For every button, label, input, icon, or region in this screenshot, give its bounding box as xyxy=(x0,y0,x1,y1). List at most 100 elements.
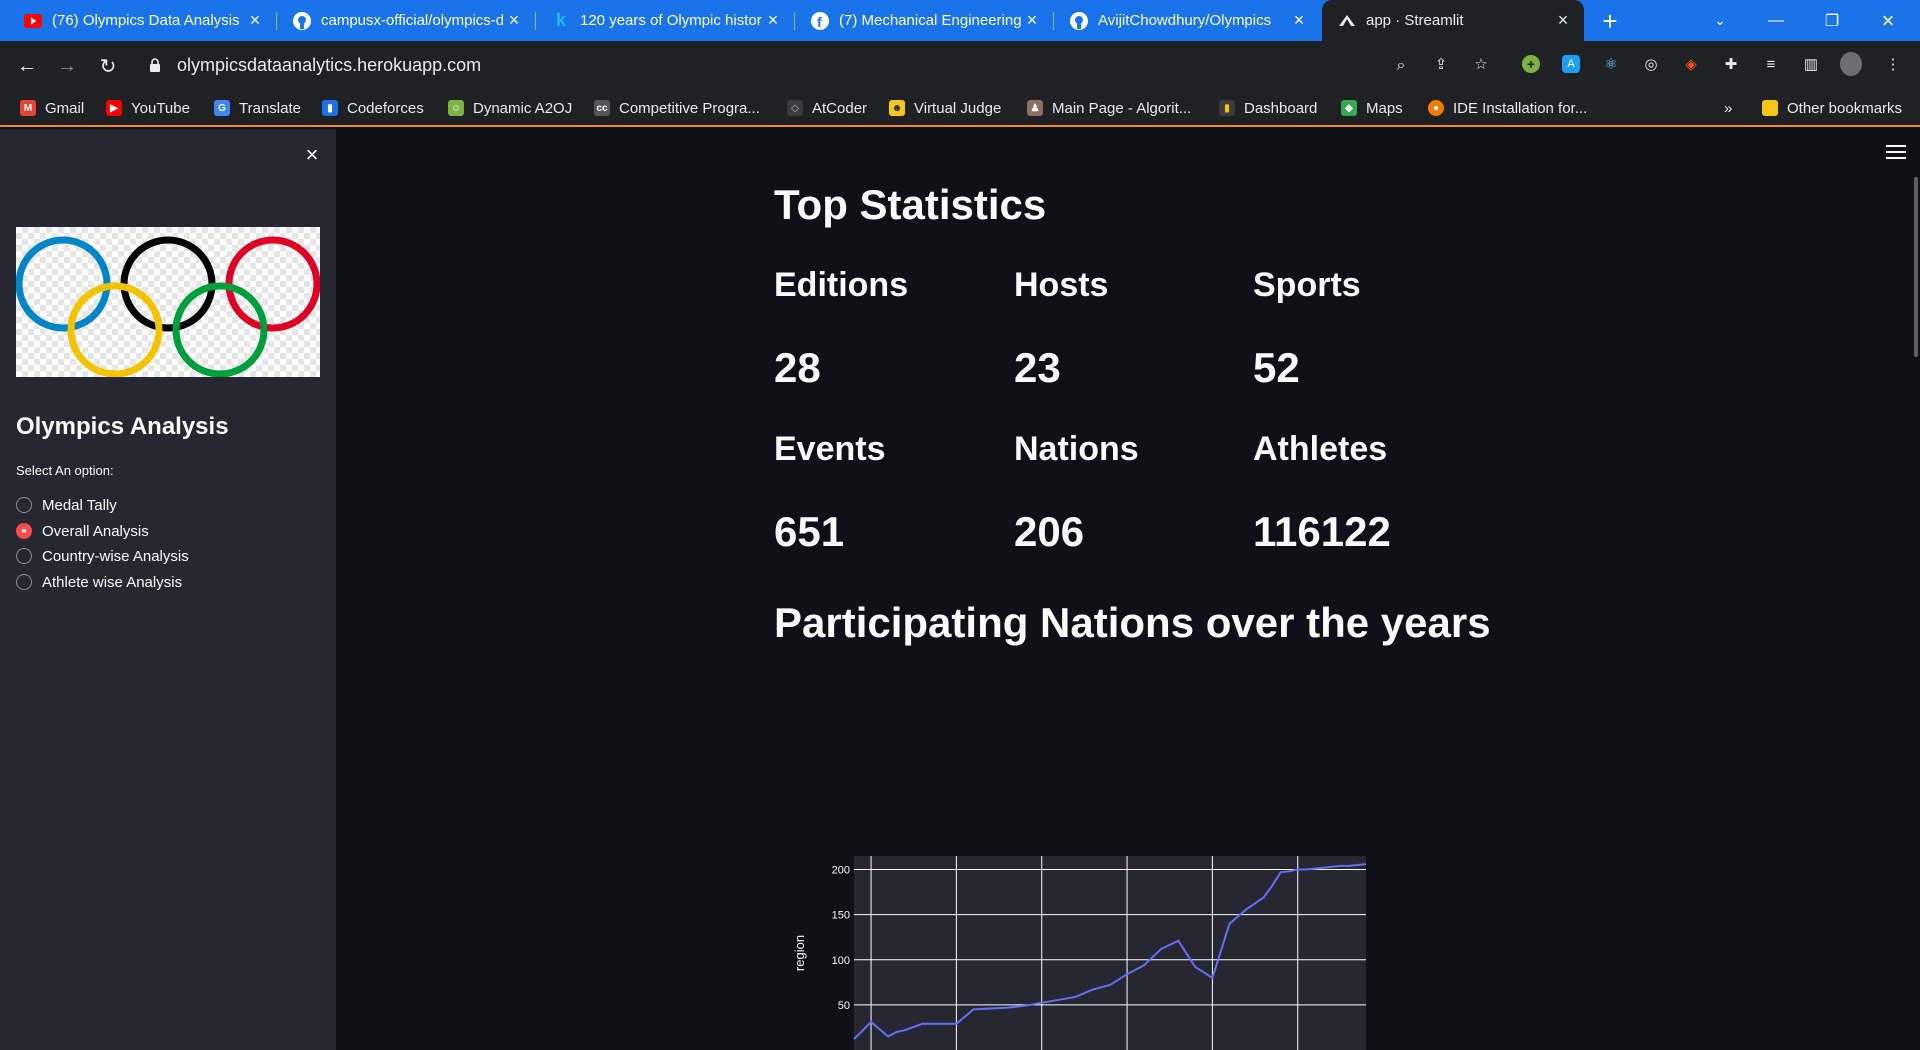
tab-title: campusx-official/olympics-d xyxy=(321,12,504,29)
virtual-judge-icon: ☻ xyxy=(889,100,905,116)
media-queue-icon[interactable]: ≡ xyxy=(1760,53,1782,75)
bookmark-competitive-programming[interactable]: cc Competitive Progra... xyxy=(594,98,760,118)
y-tick-label: 100 xyxy=(832,955,850,967)
browser-menu-icon[interactable]: ⋮ xyxy=(1882,53,1904,75)
bookmark-label: Main Page - Algorit... xyxy=(1052,99,1192,117)
stat-label-nations: Nations xyxy=(1014,430,1139,468)
forward-arrow-icon[interactable]: → xyxy=(52,51,82,81)
github-icon xyxy=(293,11,311,30)
radio-country-wise-analysis[interactable]: Country-wise Analysis xyxy=(16,545,189,567)
radio-button-selected[interactable] xyxy=(16,523,32,539)
line-chart-svg[interactable]: 50100150200190019201940196019802000regio… xyxy=(774,704,1414,1050)
y-axis-label: region xyxy=(792,935,807,971)
algorithms-icon: ♟ xyxy=(1027,100,1043,116)
tab-search-icon[interactable]: ⌄ xyxy=(1692,0,1748,41)
profile-avatar[interactable] xyxy=(1840,52,1862,76)
url-text: olympicsdataanalytics.herokuapp.com xyxy=(177,55,482,75)
extension-tag-icon[interactable]: ◈ xyxy=(1680,53,1702,75)
radio-athlete-wise-analysis[interactable]: Athlete wise Analysis xyxy=(16,571,182,593)
radio-button[interactable] xyxy=(16,574,32,590)
bookmark-label: Codeforces xyxy=(347,99,424,117)
bookmark-youtube[interactable]: ▶ YouTube xyxy=(106,98,190,118)
bookmark-gmail[interactable]: M Gmail xyxy=(20,98,84,118)
stat-value-events: 651 xyxy=(774,508,845,555)
bookmark-label: YouTube xyxy=(131,99,190,117)
bookmark-maps[interactable]: ◆ Maps xyxy=(1341,98,1403,118)
share-icon[interactable]: ⇪ xyxy=(1430,53,1452,75)
browser-tab-3[interactable]: k 120 years of Olympic histor × xyxy=(536,0,794,41)
radio-overall-analysis[interactable]: Overall Analysis xyxy=(16,520,149,542)
radio-label: Medal Tally xyxy=(42,496,117,514)
extension-target-icon[interactable]: ◎ xyxy=(1640,53,1662,75)
stat-value-sports: 52 xyxy=(1253,344,1300,391)
participating-nations-chart[interactable]: 50100150200190019201940196019802000regio… xyxy=(774,704,1414,1050)
browser-tab-5[interactable]: AvijitChowdhury/Olympics × xyxy=(1054,0,1320,41)
close-tab-icon[interactable]: × xyxy=(1288,10,1310,32)
bookmark-label: AtCoder xyxy=(812,99,868,117)
tab-title: 120 years of Olympic histor xyxy=(580,12,762,29)
radio-button[interactable] xyxy=(16,548,32,564)
bookmark-label: Dashboard xyxy=(1244,99,1318,117)
close-tab-icon[interactable]: × xyxy=(1552,10,1574,32)
bookmark-atcoder[interactable]: ◇ AtCoder xyxy=(787,98,867,118)
bookmark-algorithms[interactable]: ♟ Main Page - Algorit... xyxy=(1027,98,1191,118)
browser-tab-4[interactable]: f (7) Mechanical Engineering × xyxy=(795,0,1053,41)
reload-icon[interactable]: ↻ xyxy=(93,51,123,81)
browser-tab-2[interactable]: campusx-official/olympics-d × xyxy=(277,0,535,41)
close-tab-icon[interactable]: × xyxy=(503,10,525,32)
back-arrow-icon[interactable]: ← xyxy=(12,51,42,81)
zoom-icon[interactable]: ⌕ xyxy=(1391,56,1411,76)
hamburger-menu-icon[interactable] xyxy=(1886,145,1906,161)
overflow-label: » xyxy=(1724,99,1733,117)
facebook-icon: f xyxy=(811,11,829,30)
close-tab-icon[interactable]: × xyxy=(1021,10,1043,32)
page-title: Top Statistics xyxy=(774,181,1047,228)
bookmark-virtual-judge[interactable]: ☻ Virtual Judge xyxy=(889,98,1001,118)
restore-button[interactable]: ❐ xyxy=(1804,0,1860,41)
bookmark-star-icon[interactable]: ☆ xyxy=(1470,53,1492,75)
codeforces-icon: ▮ xyxy=(322,100,338,116)
kaggle-icon: k xyxy=(555,10,566,30)
bookmark-dashboard[interactable]: ▮ Dashboard xyxy=(1219,98,1317,118)
stat-label-hosts: Hosts xyxy=(1014,266,1109,304)
browser-tab-active[interactable]: app · Streamlit × xyxy=(1322,0,1584,41)
scrollbar-thumb[interactable] xyxy=(1914,177,1918,357)
close-tab-icon[interactable]: × xyxy=(762,10,784,32)
react-devtools-icon[interactable]: ⚛ xyxy=(1600,53,1622,75)
close-sidebar-icon[interactable]: × xyxy=(300,142,324,167)
main-content: Top Statistics Editions Hosts Sports 28 … xyxy=(336,129,1920,1050)
address-bar[interactable]: olympicsdataanalytics.herokuapp.com ⌕ xyxy=(137,48,1426,82)
extension-plus-icon[interactable]: + xyxy=(1520,53,1542,75)
ide-icon: ● xyxy=(1428,100,1444,116)
radio-label: Overall Analysis xyxy=(42,522,149,540)
bookmark-translate[interactable]: G Translate xyxy=(214,98,301,118)
bookmark-ide-installation[interactable]: ● IDE Installation for... xyxy=(1428,98,1587,118)
bookmark-label: Gmail xyxy=(45,99,85,117)
new-tab-button[interactable]: + xyxy=(1596,6,1624,36)
radio-medal-tally[interactable]: Medal Tally xyxy=(16,494,117,516)
bookmark-label: Maps xyxy=(1366,99,1403,117)
extension-translate-icon[interactable]: A xyxy=(1560,53,1582,75)
close-tab-icon[interactable]: × xyxy=(244,10,266,32)
minimize-button[interactable]: — xyxy=(1748,0,1804,41)
close-window-button[interactable]: × xyxy=(1860,0,1916,41)
bookmark-codeforces[interactable]: ▮ Codeforces xyxy=(322,98,424,118)
youtube-icon: ▶ xyxy=(106,100,122,116)
tab-title: (7) Mechanical Engineering xyxy=(839,12,1022,29)
bookmark-dynamic-a2oj[interactable]: ☺ Dynamic A2OJ xyxy=(448,98,572,118)
sidebar: × Olympics Analysis Select An option: Me… xyxy=(0,129,336,1050)
stat-value-athletes: 116122 xyxy=(1253,508,1391,555)
stat-value-hosts: 23 xyxy=(1014,344,1061,391)
stat-value-editions: 28 xyxy=(774,344,821,391)
radio-label: Country-wise Analysis xyxy=(42,547,189,565)
radio-button[interactable] xyxy=(16,497,32,513)
extensions-puzzle-icon[interactable]: ✚ xyxy=(1720,53,1742,75)
stat-value-nations: 206 xyxy=(1014,508,1085,555)
plot-area xyxy=(854,856,1366,1050)
other-bookmarks-folder[interactable]: Other bookmarks xyxy=(1762,98,1902,118)
bookmarks-overflow-button[interactable]: » xyxy=(1724,98,1732,118)
side-panel-icon[interactable]: ▥ xyxy=(1800,53,1822,75)
browser-tab-1[interactable]: (76) Olympics Data Analysis × xyxy=(8,0,276,41)
browser-toolbar: ← → ↻ olympicsdataanalytics.herokuapp.co… xyxy=(0,41,1920,89)
bookmark-label: Dynamic A2OJ xyxy=(473,99,573,117)
